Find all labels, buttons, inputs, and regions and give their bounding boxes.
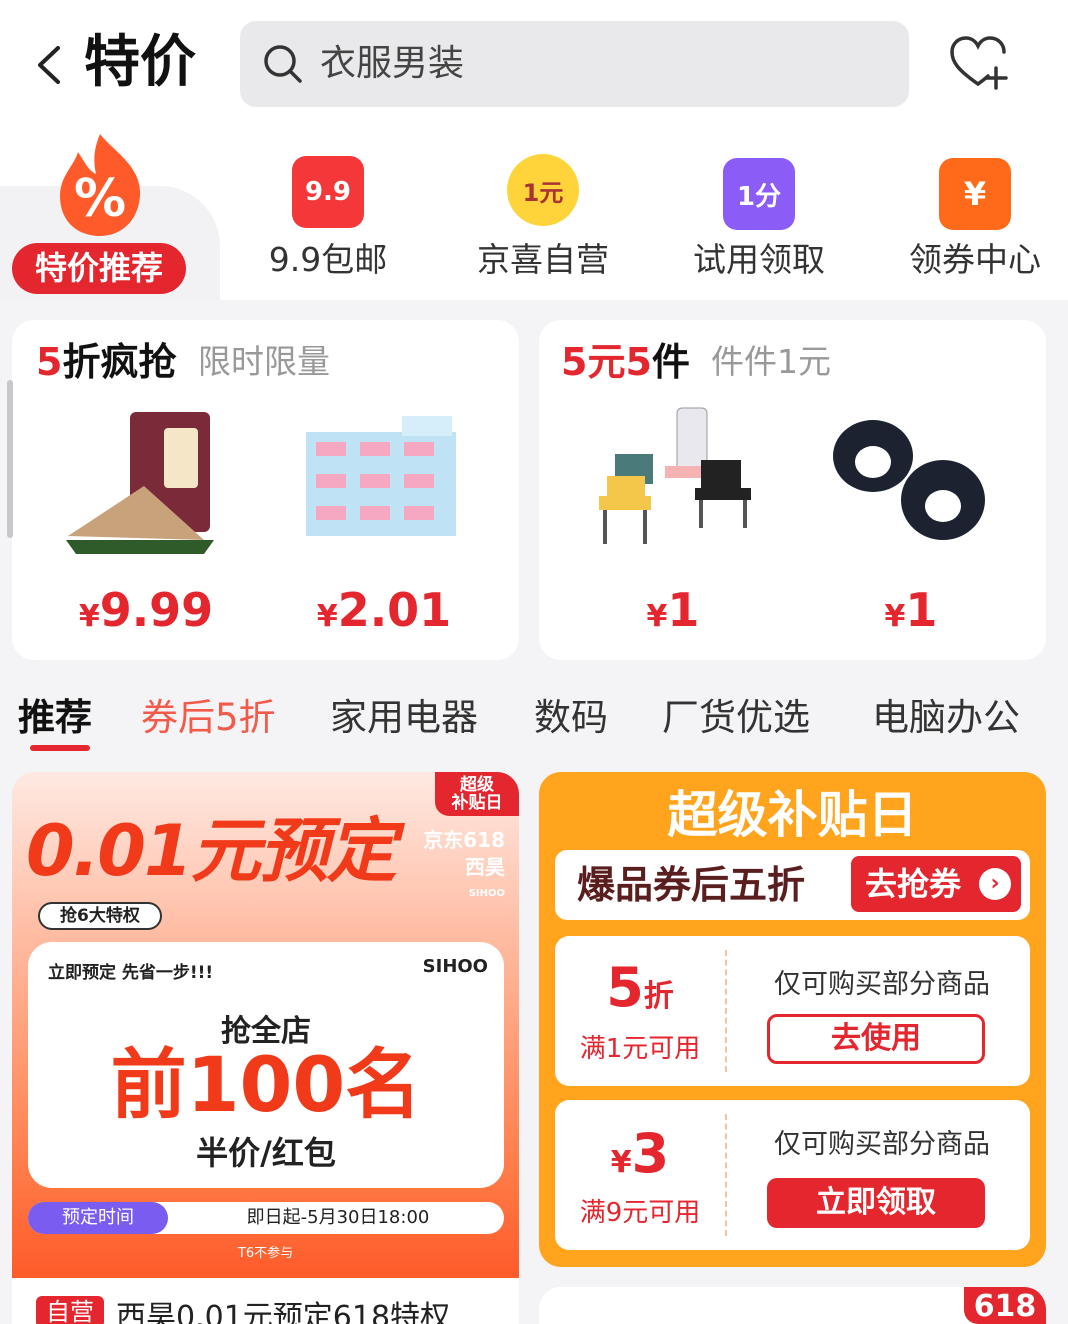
tab-factory-goods[interactable]: 厂货优选 (662, 690, 810, 746)
deal-card-half-price[interactable]: 5折疯抢 限时限量 ¥9.99 ¥2.01 (12, 320, 519, 660)
shopping-bag-icon: 1分 (723, 158, 795, 230)
use-coupon-button[interactable]: 去使用 (767, 1014, 985, 1064)
one-yuan-badge-icon: 1元 (507, 154, 579, 226)
coupon-desc: 仅可购买部分商品 (774, 1129, 990, 1160)
ticket-panel: 立即预定 先省一步!!! SIHOO 抢全店 前100名 半价/红包 (28, 942, 504, 1188)
coupon-divider (725, 1114, 727, 1236)
hair-claw-clip-product-icon (833, 420, 985, 540)
tab-digital[interactable]: 数码 (534, 690, 608, 746)
grab-coupon-button[interactable]: 去抢券 › (851, 856, 1021, 912)
category-label: 京喜自营 (477, 240, 609, 279)
privilege-pill: 抢6大特权 (38, 902, 162, 930)
favorite-add-icon[interactable] (948, 34, 1010, 92)
reservation-time-bar: 预定时间 即日起-5月30日18:00 (28, 1202, 504, 1234)
search-bar[interactable]: 衣服男装 (240, 21, 909, 107)
tissue-pack-product-icon (306, 416, 456, 536)
coupon-card: 5折 满1元可用 仅可购买部分商品 去使用 (555, 936, 1030, 1086)
product-card-promo[interactable]: 超级 补贴日 0.01元预定 京东618 西昊 SIHOO 抢6大特权 立即预定 … (12, 772, 519, 1278)
percent-fire-icon: % (60, 134, 141, 236)
category-item-shiyong[interactable]: 1分 试用领取 (659, 150, 859, 290)
category-item-9.9[interactable]: 9.9 9.9包邮 (228, 150, 428, 290)
brand-sihoo: 西昊 SIHOO (465, 855, 505, 899)
ticket-brand: SIHOO (422, 956, 488, 977)
phone-stand-chairs-product-icon (599, 407, 751, 544)
subsidy-day-badge: 超级 补贴日 (435, 772, 519, 816)
deal-subtitle: 限时限量 (198, 342, 330, 381)
claim-coupon-button[interactable]: 立即领取 (767, 1178, 985, 1228)
deal-subtitle: 件件1元 (711, 342, 831, 381)
category-label-active: 特价推荐 (12, 243, 186, 294)
search-icon (264, 45, 302, 83)
ticket-big: 前100名 (110, 1040, 422, 1129)
banner-text: 爆品券后五折 (577, 863, 806, 907)
coupon-ticket-icon: ¥ (939, 158, 1011, 230)
time-label: 预定时间 (28, 1202, 168, 1234)
brand-jd618: 京东618 (423, 828, 505, 852)
deal-price: ¥1 (884, 583, 938, 637)
tab-recommend[interactable]: 推荐 (18, 690, 92, 746)
subsidy-title: 超级补贴日 (667, 786, 918, 844)
subsidy-card: 超级补贴日 爆品券后五折 去抢券 › 5折 满1元可用 仅可购买部分商品 去使用 … (539, 772, 1046, 1267)
category-item-lingquan[interactable]: ¥ 领券中心 (875, 150, 1068, 290)
subsidy-banner[interactable]: 爆品券后五折 去抢券 › (555, 850, 1030, 920)
ticket-top-text: 立即预定 先省一步!!! (48, 963, 214, 983)
coupon-value: 5折 (606, 956, 674, 1019)
tab-coupon-half[interactable]: 券后5折 (141, 690, 276, 746)
tab-appliances[interactable]: 家用电器 (330, 690, 478, 746)
deal-price: ¥2.01 (316, 583, 452, 637)
category-item-jingxi[interactable]: 1元 京喜自营 (443, 150, 643, 290)
category-label: 试用领取 (693, 240, 825, 279)
coupon-value: ¥3 (610, 1122, 670, 1185)
deal-title: 5元5件 (561, 340, 690, 384)
coupon-condition: 满9元可用 (579, 1198, 701, 1228)
back-arrow-icon[interactable] (26, 40, 76, 90)
promo-headline: 0.01元预定 (26, 810, 397, 892)
coupon-card: ¥3 满9元可用 仅可购买部分商品 立即领取 (555, 1100, 1030, 1250)
coupon-condition: 满1元可用 (579, 1034, 701, 1064)
product-name: 西昊0.01元预定618特权 (116, 1300, 451, 1324)
coupon-desc: 仅可购买部分商品 (774, 969, 990, 1000)
self-operated-tag: 自营 (36, 1296, 104, 1324)
product-title-row[interactable]: 自营 西昊0.01元预定618特权 (12, 1278, 519, 1324)
deal-price: ¥9.99 (78, 583, 214, 637)
arrow-right-icon: › (979, 868, 1011, 900)
coupon-divider (725, 950, 727, 1072)
next-product-card[interactable]: 618 (539, 1287, 1046, 1324)
zongzi-product-icon (66, 412, 214, 554)
deal-title: 5折疯抢 (36, 340, 177, 384)
time-value: 即日起-5月30日18:00 (246, 1207, 430, 1228)
page-title: 特价 (84, 30, 196, 95)
category-label: 9.9包邮 (268, 240, 388, 279)
gift-box-icon: 9.9 (292, 156, 364, 228)
ticket-line3: 半价/红包 (196, 1134, 336, 1172)
category-label: 领券中心 (909, 240, 1041, 279)
promo-footnote: T6不参与 (237, 1246, 294, 1261)
deal-card-5-for-5[interactable]: 5元5件 件件1元 ¥1 ¥1 (539, 320, 1046, 660)
scroll-indicator (7, 380, 13, 538)
svg-text:%: % (74, 169, 126, 229)
618-badge: 618 (964, 1287, 1046, 1324)
search-placeholder: 衣服男装 (320, 43, 465, 84)
tab-active-underline (30, 745, 90, 751)
tab-office[interactable]: 电脑办公 (872, 690, 1020, 746)
deal-price: ¥1 (646, 583, 700, 637)
